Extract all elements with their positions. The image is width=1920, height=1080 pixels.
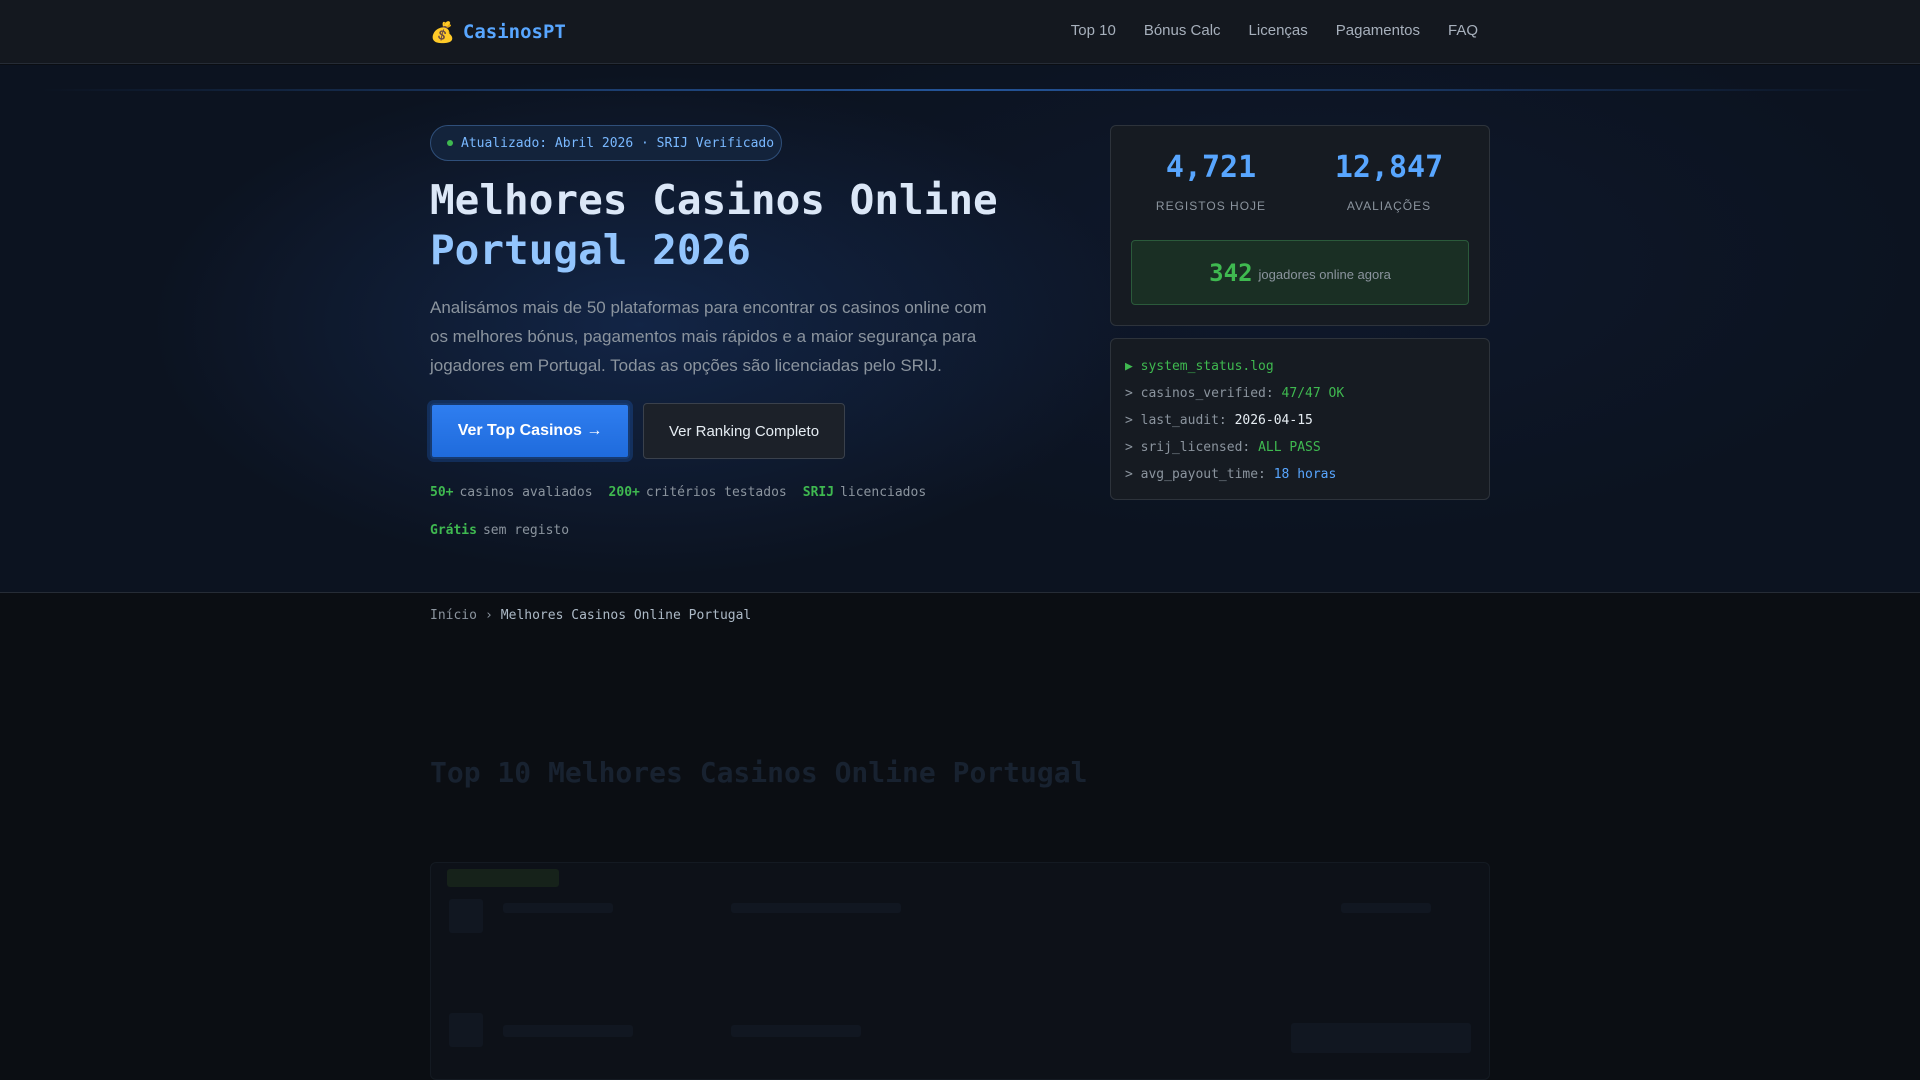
stat-registrations-label: Registos hoje <box>1155 199 1267 213</box>
update-badge: Atualizado: Abril 2026 · SRIJ Verificado <box>430 125 782 161</box>
hero-highlights-row1: 50+ casinos avaliados 200+ critérios testa… <box>430 485 990 500</box>
money-bag-icon: 💰 <box>430 21 455 44</box>
section-title: Top 10 Melhores Casinos Online Portugal <box>430 756 1088 789</box>
online-players-count: 342 <box>1209 258 1253 287</box>
page-title-line2: Portugal 2026 <box>430 226 751 274</box>
log-line: > avg_payout_time: 18 horas <box>1125 467 1337 482</box>
highlight-item: SRIJ licenciados <box>802 485 927 500</box>
casino-score-placeholder <box>1341 903 1431 913</box>
casino-logo-placeholder <box>449 1013 483 1047</box>
casino-bonus-placeholder <box>731 1025 861 1037</box>
casino-bonus-placeholder <box>731 903 901 913</box>
nav-link-bonus-calc[interactable]: Bónus Calc <box>1144 22 1221 39</box>
breadcrumb-separator: › <box>484 608 493 623</box>
top-navbar: 💰 CasinosPT Top 10 Bónus Calc Licenças P… <box>0 0 1920 64</box>
stat-reviews: 12,847 Avaliações <box>1299 150 1479 213</box>
status-dot-icon <box>447 140 453 146</box>
nav-link-faq[interactable]: FAQ <box>1448 22 1478 39</box>
log-title: ▶ system_status.log <box>1125 359 1274 374</box>
casino-cta-placeholder <box>1291 1023 1471 1053</box>
view-top-casinos-button[interactable]: Ver Top Casinos → <box>430 403 630 459</box>
highlight-item: 200+ critérios testados <box>608 485 787 500</box>
casino-name-placeholder <box>503 1025 633 1037</box>
highlight-item: Grátis sem registo <box>430 523 570 538</box>
online-players-box: 342 jogadores online agora <box>1131 240 1469 305</box>
breadcrumb: Início › Melhores Casinos Online Portuga… <box>430 608 751 623</box>
system-status-log: ▶ system_status.log > casinos_verified: … <box>1110 338 1490 500</box>
log-line: > srij_licensed: ALL PASS <box>1125 440 1321 455</box>
hero-description: Analisámos mais de 50 plataformas para e… <box>430 298 987 375</box>
brand-name: CasinosPT <box>462 21 566 43</box>
online-players-label: jogadores online agora <box>1258 267 1391 282</box>
main-nav: Top 10 Bónus Calc Licenças Pagamentos FA… <box>1071 22 1478 39</box>
page-title: Melhores Casinos Online Portugal 2026 <box>430 175 1030 275</box>
breadcrumb-current: Melhores Casinos Online Portugal <box>500 608 752 623</box>
stat-registrations: 4,721 Registos hoje <box>1121 150 1301 213</box>
nav-link-licencas[interactable]: Licenças <box>1249 22 1308 39</box>
card-rank-badge <box>447 869 559 887</box>
view-full-ranking-button[interactable]: Ver Ranking Completo <box>643 403 845 459</box>
highlight-item: 50+ casinos avaliados <box>430 485 593 500</box>
hero-section: Atualizado: Abril 2026 · SRIJ Verificado… <box>0 65 1920 593</box>
brand-logo[interactable]: 💰 CasinosPT <box>430 18 566 46</box>
hero-highlights-row2: Grátis sem registo <box>430 523 990 538</box>
update-badge-text: Atualizado: Abril 2026 · SRIJ Verificado <box>461 135 775 151</box>
casino-name-placeholder <box>503 903 613 913</box>
nav-link-pagamentos[interactable]: Pagamentos <box>1336 22 1420 39</box>
page-title-line1: Melhores Casinos Online <box>430 176 998 224</box>
hero-glow-divider <box>40 89 1880 91</box>
log-line: > casinos_verified: 47/47 OK <box>1125 386 1345 401</box>
stat-registrations-value: 4,721 <box>1165 150 1257 185</box>
breadcrumb-home-link[interactable]: Início <box>430 608 477 623</box>
log-line: > last_audit: 2026-04-15 <box>1125 413 1313 428</box>
casino-logo-placeholder <box>449 899 483 933</box>
casino-list-card <box>430 862 1490 1080</box>
stat-reviews-value: 12,847 <box>1334 150 1444 185</box>
nav-link-top10[interactable]: Top 10 <box>1071 22 1116 39</box>
live-stats-panel: 4,721 Registos hoje 12,847 Avaliações 34… <box>1110 125 1490 326</box>
stat-reviews-label: Avaliações <box>1346 199 1432 213</box>
